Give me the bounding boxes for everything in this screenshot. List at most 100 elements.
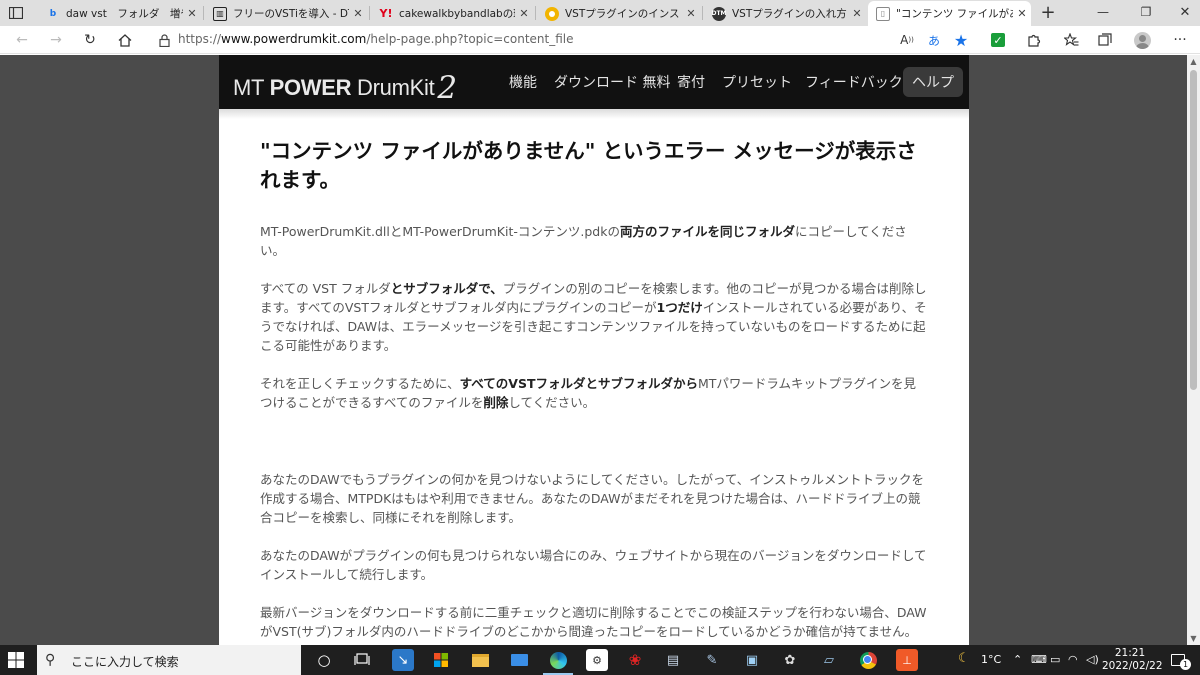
app-remote-icon[interactable]: ↘ [392, 649, 414, 671]
nav-shadow [219, 109, 969, 119]
windows-start-icon[interactable] [6, 650, 26, 670]
tab-2[interactable]: Y! cakewalkbybandlabの環境設 ✕ [371, 1, 533, 26]
logo-two: 2 [437, 70, 457, 106]
tab-title: "コンテンツ ファイルがありませ [896, 8, 1013, 20]
new-tab-icon[interactable]: + [1038, 2, 1058, 23]
extensions-puzzle-icon[interactable] [1024, 30, 1044, 50]
p2-bold-b: とサブフォルダで、 [390, 281, 503, 296]
restore-icon[interactable]: ❐ [1136, 2, 1156, 22]
vertical-scrollbar[interactable]: ▲ ▼ [1187, 55, 1200, 645]
forward-icon[interactable]: → [46, 30, 66, 50]
app-cherry-icon[interactable]: ❀ [624, 649, 646, 671]
read-aloud-icon[interactable]: A)) [897, 30, 917, 50]
site-icon: DTM [711, 6, 727, 21]
scroll-thumb[interactable] [1190, 70, 1197, 390]
paragraph-1: MT-PowerDrumKit.dllとMT-PowerDrumKit-コンテン… [260, 222, 928, 260]
nav-features[interactable]: 機能 [509, 72, 537, 92]
tab-4[interactable]: DTM VSTプラグインの入れ方と使い ✕ [704, 1, 866, 26]
p3-bold-b: すべてのVSTフォルダとサブフォルダから [459, 376, 698, 391]
app-orange-icon[interactable]: ⊥ [896, 649, 918, 671]
article-content: "コンテンツ ファイルがありません" というエラー メッセージが表示されます。 … [260, 137, 928, 641]
site-logo[interactable]: MT POWER DrumKit2 [233, 67, 457, 106]
windows-taskbar: ⚲ ここに入力して検索 ○ ↘ ⚙ ❀ ▤ ✎ ▣ ✿ ▱ ⊥ ☾ 1°C ⌃ … [0, 645, 1200, 675]
search-icon: ⚲ [45, 652, 56, 668]
app-notes-icon[interactable]: ▱ [818, 649, 840, 671]
favorite-star-icon[interactable]: ★ [951, 30, 971, 50]
window-close-icon[interactable]: ✕ [1175, 2, 1195, 22]
nav-help[interactable]: ヘルプ [903, 67, 963, 97]
wifi-icon[interactable]: ◠ [1068, 653, 1078, 666]
close-icon[interactable]: ✕ [515, 7, 533, 20]
minimize-icon[interactable]: — [1093, 2, 1113, 22]
circle-icon [545, 6, 559, 21]
app-monitor-icon[interactable]: ▣ [741, 649, 763, 671]
task-view-icon[interactable] [351, 649, 373, 671]
nav-download[interactable]: ダウンロード 無料 [554, 72, 670, 92]
page-title: "コンテンツ ファイルがありません" というエラー メッセージが表示されます。 [260, 139, 917, 192]
app-doc-icon[interactable]: ▤ [662, 649, 684, 671]
close-icon[interactable]: ✕ [349, 7, 367, 20]
p1-bold: 両方のファイルを同じフォルダ [619, 224, 795, 239]
store-icon[interactable] [430, 649, 452, 671]
notifications-icon[interactable]: 1 [1167, 649, 1191, 671]
temperature[interactable]: 1°C [981, 653, 1001, 666]
more-menu-icon[interactable]: ··· [1170, 30, 1190, 50]
tab-5-active[interactable]: ▯ "コンテンツ ファイルがありませ ✕ [868, 1, 1031, 26]
tab-title: VSTプラグインの入れ方と使い [732, 8, 848, 20]
system-clock[interactable]: 21:21 2022/02/22 [1102, 647, 1163, 673]
p3-text-e: してください。 [508, 395, 596, 410]
site-icon: ▥ [213, 6, 227, 21]
app-tool-icon[interactable]: ⚙ [586, 649, 608, 671]
lock-icon[interactable] [154, 30, 174, 50]
home-icon[interactable] [115, 30, 135, 50]
volume-icon[interactable]: ◁) [1086, 653, 1099, 666]
page-icon: ▯ [876, 6, 890, 21]
scroll-down-icon[interactable]: ▼ [1187, 632, 1200, 645]
close-icon[interactable]: ✕ [682, 7, 700, 20]
refresh-icon[interactable]: ↻ [80, 30, 100, 50]
edge-browser-icon[interactable] [543, 649, 573, 675]
clock-date: 2022/02/22 [1102, 660, 1163, 672]
read-aloud-label: A [900, 33, 909, 47]
tab-1[interactable]: ▥ フリーのVSTiを導入 - DTMハイ ✕ [205, 1, 367, 26]
close-icon[interactable]: ✕ [848, 7, 866, 20]
tab-title: VSTプラグインのインストールと [565, 8, 682, 20]
back-icon[interactable]: ← [12, 30, 32, 50]
p3-text-a: それを正しくチェックするために、 [260, 376, 460, 391]
tab-0[interactable]: b daw vst フォルダ 増やし過 ✕ [38, 1, 201, 26]
logo-power: POWER [269, 75, 352, 100]
tray-app-icon[interactable]: ⌨ [1031, 653, 1047, 666]
battery-icon[interactable]: ▭ [1050, 653, 1060, 666]
file-explorer-icon[interactable] [469, 649, 491, 671]
paragraph-3: それを正しくチェックするために、すべてのVSTフォルダとサブフォルダからMTパワ… [260, 374, 928, 412]
taskbar-search-box[interactable]: ⚲ ここに入力して検索 [37, 645, 301, 675]
site-navigation: MT POWER DrumKit2 機能 ダウンロード 無料 寄付 プリセット … [219, 55, 969, 109]
extension-check-icon[interactable]: ✓ [988, 30, 1008, 50]
close-icon[interactable]: ✕ [1013, 7, 1031, 20]
cortana-icon[interactable]: ○ [313, 649, 335, 671]
app-color-icon[interactable]: ✿ [779, 649, 801, 671]
logo-mt: MT [233, 75, 270, 100]
favorites-icon[interactable] [1061, 30, 1081, 50]
address-bar-url[interactable]: https://www.powerdrumkit.com/help-page.p… [178, 32, 574, 46]
bing-icon: b [49, 8, 57, 19]
collections-icon[interactable] [1095, 30, 1115, 50]
weather-moon-icon[interactable]: ☾ [958, 651, 970, 666]
app-paint-icon[interactable]: ✎ [701, 649, 723, 671]
close-icon[interactable]: ✕ [183, 7, 201, 20]
profile-avatar-icon[interactable] [1132, 30, 1152, 50]
nav-feedback[interactable]: フィードバック [805, 72, 903, 92]
tab-separator [535, 6, 536, 20]
tray-chevron-icon[interactable]: ⌃ [1013, 653, 1022, 666]
tab-actions-icon[interactable] [6, 3, 26, 23]
nav-donate[interactable]: 寄付 [677, 72, 705, 92]
web-viewport: MT POWER DrumKit2 機能 ダウンロード 無料 寄付 プリセット … [0, 55, 1200, 645]
tab-3[interactable]: VSTプラグインのインストールと ✕ [537, 1, 700, 26]
nav-presets[interactable]: プリセット [722, 72, 792, 92]
chrome-icon[interactable] [857, 649, 879, 671]
mail-icon[interactable] [508, 649, 530, 671]
url-scheme: https:// [178, 32, 222, 46]
scroll-up-icon[interactable]: ▲ [1187, 55, 1200, 68]
translate-icon[interactable]: あ [924, 30, 944, 50]
browser-toolbar: ← → ↻ https://www.powerdrumkit.com/help-… [0, 26, 1200, 54]
